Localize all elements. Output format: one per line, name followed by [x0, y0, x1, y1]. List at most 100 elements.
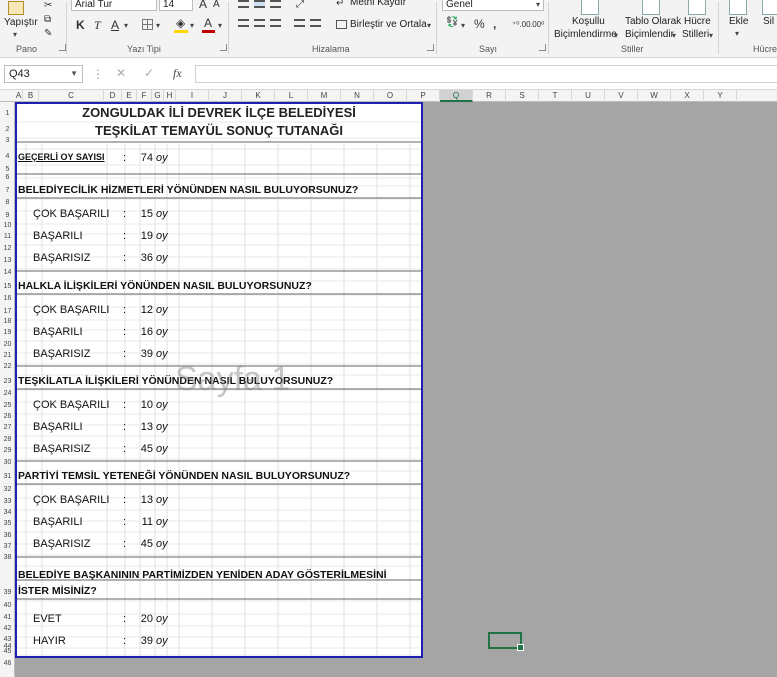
column-header-t[interactable]: T — [539, 90, 572, 102]
font-launcher-icon[interactable] — [220, 44, 227, 51]
font-name-select[interactable]: Arial Tur — [71, 0, 157, 11]
row-header[interactable]: 2 — [0, 126, 15, 133]
row-header[interactable]: 19 — [0, 329, 15, 336]
font-grow-button[interactable]: A — [199, 0, 207, 10]
row-header[interactable]: 46 — [0, 660, 15, 667]
paste-icon[interactable] — [8, 1, 24, 15]
row-header[interactable]: 27 — [0, 424, 15, 431]
number-launcher-icon[interactable] — [539, 44, 546, 51]
row-header[interactable]: 45 — [0, 648, 15, 655]
accounting-dropdown-icon[interactable]: ▾ — [461, 21, 465, 30]
cell-styles-label-1[interactable]: Hücre — [684, 16, 711, 27]
cell-styles-icon[interactable] — [688, 0, 706, 15]
column-header-k[interactable]: K — [242, 90, 275, 102]
column-header-q[interactable]: Q — [440, 90, 473, 102]
formula-input[interactable] — [195, 65, 777, 83]
column-header-i[interactable]: I — [176, 90, 209, 102]
number-format-dropdown-icon[interactable]: ▾ — [536, 0, 540, 9]
column-header-p[interactable]: P — [407, 90, 440, 102]
cell-styles-dropdown-icon[interactable]: ▾ — [709, 31, 713, 40]
active-cell-q43[interactable] — [488, 632, 524, 651]
column-header-y[interactable]: Y — [704, 90, 737, 102]
row-header[interactable]: 29 — [0, 447, 15, 454]
row-header[interactable]: 11 — [0, 233, 15, 240]
row-header[interactable]: 5 — [0, 166, 15, 173]
underline-button[interactable]: A — [111, 19, 119, 31]
decrease-indent-icon[interactable] — [294, 19, 305, 27]
conditional-formatting-label-1[interactable]: Koşullu — [572, 16, 605, 27]
accounting-format-icon[interactable]: 💱 — [446, 17, 458, 29]
align-bottom-icon[interactable] — [270, 0, 281, 8]
row-header[interactable]: 32 — [0, 486, 15, 493]
increase-indent-icon[interactable] — [310, 19, 321, 27]
row-header[interactable]: 34 — [0, 509, 15, 516]
column-header-b[interactable]: B — [23, 90, 39, 102]
column-header-v[interactable]: V — [605, 90, 638, 102]
decrease-decimal-icon[interactable]: .00⁰ — [530, 19, 544, 31]
row-header[interactable]: 10 — [0, 222, 15, 229]
font-shrink-button[interactable]: A — [213, 0, 220, 11]
format-as-table-label-1[interactable]: Tablo Olarak — [625, 16, 681, 27]
merge-center-icon[interactable] — [336, 20, 347, 29]
row-header[interactable]: 9 — [0, 212, 15, 219]
borders-icon[interactable] — [142, 19, 153, 30]
column-header-l[interactable]: L — [275, 90, 308, 102]
row-header[interactable]: 33 — [0, 498, 15, 505]
format-as-table-icon[interactable] — [642, 0, 660, 15]
column-header-o[interactable]: O — [374, 90, 407, 102]
row-header[interactable]: 30 — [0, 459, 15, 466]
row-header[interactable]: 14 — [0, 269, 15, 276]
cancel-entry-button[interactable]: ✕ — [116, 66, 126, 80]
merge-dropdown-icon[interactable]: ▾ — [427, 21, 431, 30]
row-header[interactable]: 37 — [0, 543, 15, 550]
column-header-f[interactable]: F — [137, 90, 152, 102]
row-header[interactable]: 43 — [0, 636, 15, 643]
column-header-r[interactable]: R — [473, 90, 506, 102]
print-page[interactable]: ZONGULDAK İLİ DEVREK İLÇE BELEDİYESİ TEŞ… — [15, 102, 423, 658]
format-as-table-label-2[interactable]: Biçimlendir — [625, 29, 674, 40]
orientation-icon[interactable]: ⤢ — [296, 0, 304, 11]
italic-button[interactable]: T — [94, 19, 101, 31]
row-header[interactable]: 3 — [0, 137, 15, 144]
column-header-c[interactable]: C — [39, 90, 104, 102]
clipboard-launcher-icon[interactable] — [59, 44, 66, 51]
name-box-dropdown-icon[interactable]: ▼ — [70, 69, 78, 78]
column-header-u[interactable]: U — [572, 90, 605, 102]
column-header-g[interactable]: G — [152, 90, 164, 102]
row-header[interactable]: 12 — [0, 245, 15, 252]
column-header-w[interactable]: W — [638, 90, 671, 102]
cell-styles-label-2[interactable]: Stilleri — [682, 29, 709, 40]
align-middle-icon[interactable] — [254, 0, 265, 8]
row-header[interactable]: 35 — [0, 520, 15, 527]
underline-dropdown-icon[interactable]: ▾ — [124, 21, 128, 30]
row-header[interactable]: 38 — [0, 554, 15, 561]
alignment-launcher-icon[interactable] — [427, 44, 434, 51]
row-header[interactable]: 36 — [0, 532, 15, 539]
fill-color-icon[interactable]: ◈ — [176, 17, 185, 29]
align-right-icon[interactable] — [270, 19, 281, 27]
percent-style-button[interactable]: % — [474, 18, 485, 30]
confirm-entry-button[interactable]: ✓ — [144, 66, 154, 80]
delete-cells-button[interactable]: Sil — [763, 16, 774, 27]
row-header[interactable]: 1 — [0, 110, 15, 117]
font-color-dropdown-icon[interactable]: ▾ — [218, 21, 222, 30]
conditional-formatting-label-2[interactable]: Biçimlendirme — [554, 29, 617, 40]
row-header[interactable]: 25 — [0, 402, 15, 409]
number-format-select[interactable]: Genel — [442, 0, 544, 11]
row-header[interactable]: 8 — [0, 199, 15, 206]
table-dropdown-icon[interactable]: ▾ — [672, 31, 676, 40]
format-painter-icon[interactable]: ✎ — [44, 28, 52, 40]
align-top-icon[interactable] — [238, 0, 249, 8]
bold-button[interactable]: K — [76, 19, 85, 31]
row-header[interactable]: 23 — [0, 378, 15, 385]
conditional-formatting-icon[interactable] — [581, 0, 599, 15]
row-header[interactable]: 16 — [0, 295, 15, 302]
row-header[interactable]: 31 — [0, 473, 15, 480]
row-header[interactable]: 41 — [0, 614, 15, 621]
column-header-n[interactable]: N — [341, 90, 374, 102]
row-header[interactable]: 26 — [0, 413, 15, 420]
align-left-icon[interactable] — [238, 19, 249, 27]
row-header[interactable]: 4 — [0, 153, 15, 160]
more-options-icon[interactable]: ⋮ — [92, 67, 104, 81]
wrap-text-icon[interactable]: ↵ — [336, 0, 344, 10]
